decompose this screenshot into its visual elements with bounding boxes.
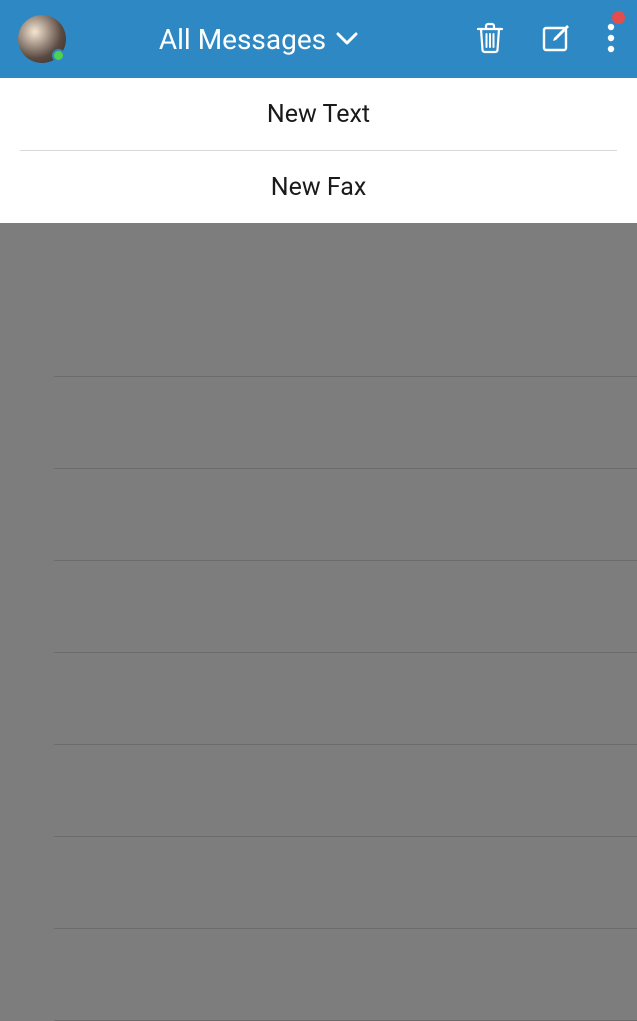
page-title: All Messages [159, 23, 326, 56]
list-item[interactable] [54, 653, 637, 745]
compose-icon [541, 23, 571, 56]
list-item[interactable] [54, 929, 637, 1021]
list-item[interactable] [54, 377, 637, 469]
message-list [0, 223, 637, 1021]
more-vertical-icon [607, 23, 615, 56]
list-item[interactable] [54, 745, 637, 837]
trash-icon [475, 22, 505, 57]
compose-button[interactable] [537, 19, 575, 60]
header-actions [471, 18, 619, 61]
more-menu-button[interactable] [603, 19, 619, 60]
list-item[interactable] [54, 837, 637, 929]
presence-indicator [52, 49, 65, 62]
list-item[interactable] [54, 561, 637, 653]
chevron-down-icon [336, 32, 358, 46]
list-item[interactable] [54, 469, 637, 561]
list-item[interactable] [54, 285, 637, 377]
menu-item-label: New Text [267, 100, 370, 129]
profile-avatar[interactable] [18, 15, 66, 63]
notification-badge [612, 11, 625, 24]
title-dropdown[interactable]: All Messages [46, 23, 471, 56]
compose-menu: New Text New Fax [0, 78, 637, 223]
menu-item-label: New Fax [271, 173, 366, 202]
menu-item-new-text[interactable]: New Text [0, 78, 637, 150]
menu-item-new-fax[interactable]: New Fax [0, 151, 637, 223]
app-header: All Messages [0, 0, 637, 78]
delete-button[interactable] [471, 18, 509, 61]
